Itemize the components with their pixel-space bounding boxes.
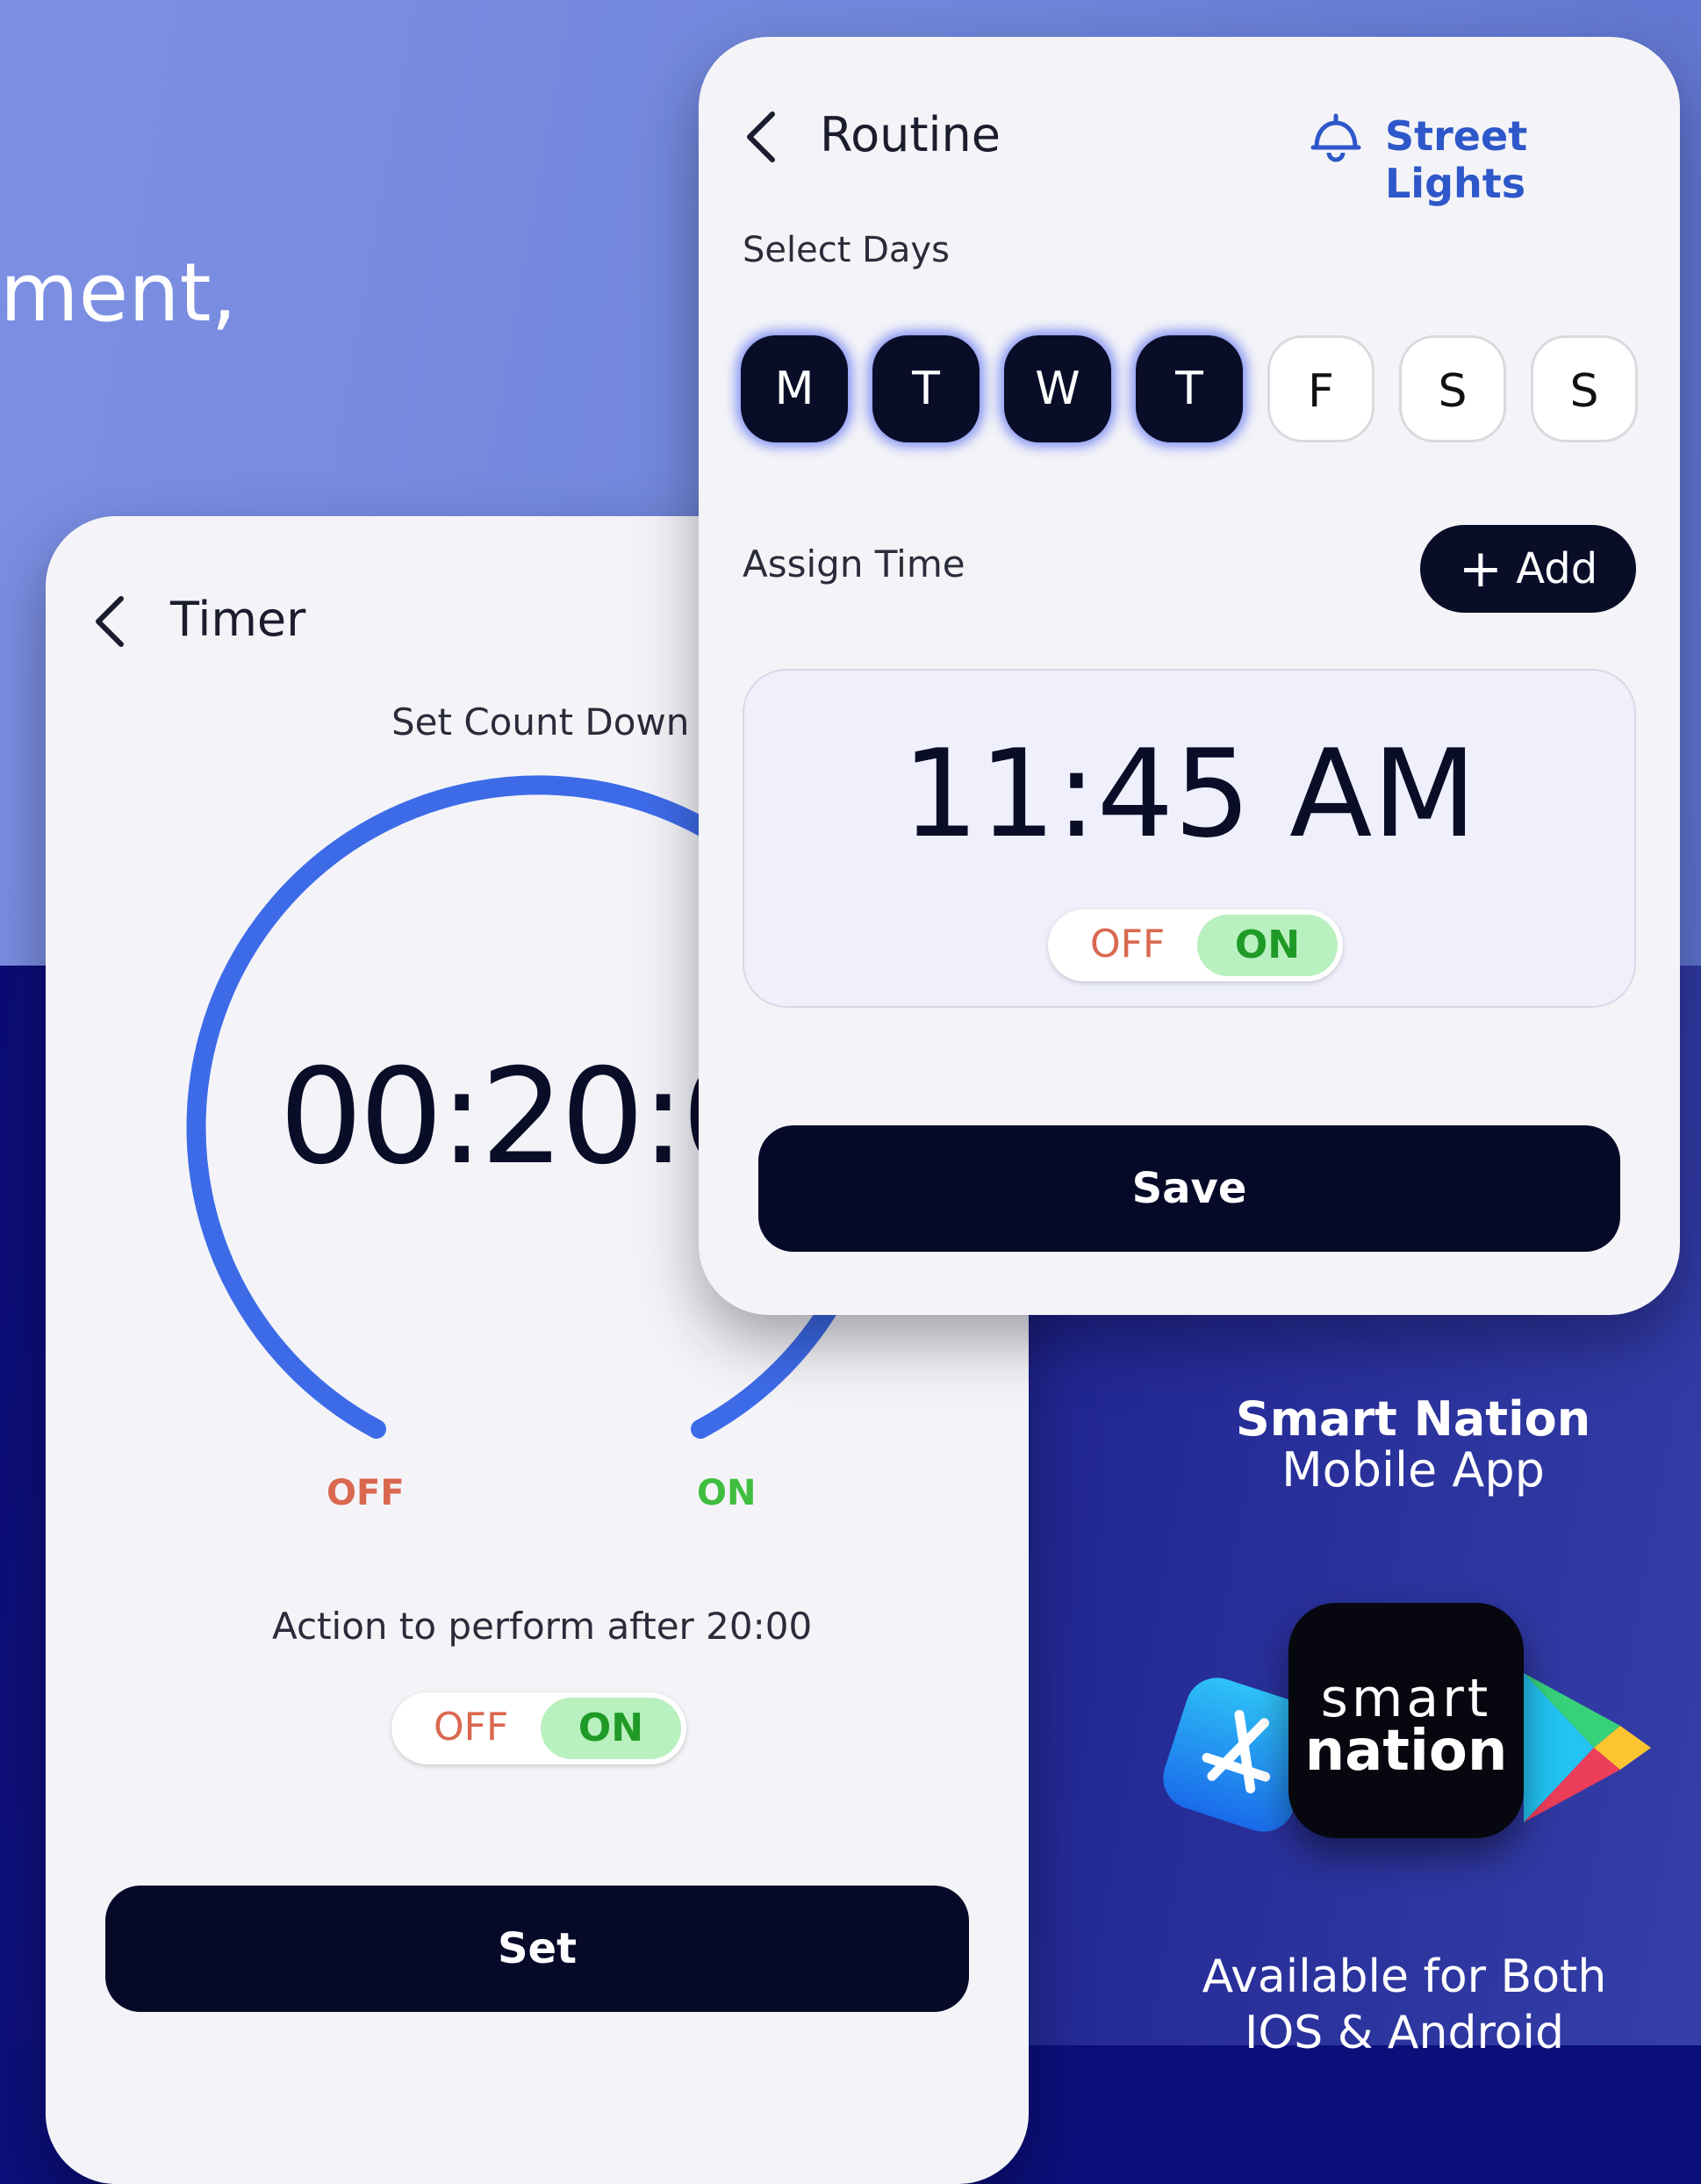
availability-text: Available for Both IOS & Android (1123, 1949, 1685, 2061)
smart-nation-logo: smart nation (1288, 1603, 1524, 1838)
day-toggle-thursday[interactable]: T (1136, 335, 1243, 442)
day-toggle-wednesday[interactable]: W (1004, 335, 1111, 442)
dial-on-label: ON (697, 1473, 757, 1513)
routine-card: Routine Street Lights Select Days M T W … (699, 37, 1680, 1315)
day-toggle-monday[interactable]: M (741, 335, 848, 442)
day-toggle-saturday[interactable]: S (1399, 335, 1506, 442)
add-label: Add (1516, 544, 1598, 593)
plus-icon: + (1458, 538, 1504, 600)
google-play-icon[interactable] (1515, 1664, 1655, 1831)
add-time-button[interactable]: + Add (1420, 525, 1636, 613)
day-toggle-friday[interactable]: F (1267, 335, 1374, 442)
tagline-text: ment, (0, 246, 237, 340)
assigned-time: 11:45 AM (901, 723, 1477, 865)
routine-title: Routine (820, 107, 1001, 162)
toggle-off-option[interactable]: OFF (1090, 922, 1165, 966)
save-button[interactable]: Save (758, 1125, 1620, 1252)
routine-time-toggle[interactable]: OFF ON (1048, 909, 1343, 981)
availability-line1: Available for Both (1202, 1951, 1607, 2003)
countdown-display: 00:20:0 (279, 1041, 765, 1194)
logo-line2: nation (1304, 1719, 1508, 1784)
toggle-off-option[interactable]: OFF (434, 1705, 508, 1749)
action-text: Action to perform after 20:00 (272, 1605, 813, 1648)
back-chevron-icon[interactable] (741, 109, 779, 165)
select-days-label: Select Days (743, 230, 950, 270)
toggle-on-option[interactable]: ON (1197, 915, 1338, 976)
day-toggle-sunday[interactable]: S (1531, 335, 1638, 442)
availability-line2: IOS & Android (1245, 2007, 1564, 2059)
app-title: Smart Nation Mobile App (1141, 1394, 1685, 1496)
day-toggle-tuesday[interactable]: T (872, 335, 980, 442)
timer-action-toggle[interactable]: OFF ON (391, 1692, 686, 1764)
assigned-time-card[interactable]: 11:45 AM OFF ON (743, 669, 1636, 1008)
dial-off-label: OFF (327, 1473, 405, 1513)
assign-time-label: Assign Time (743, 542, 965, 586)
set-button[interactable]: Set (105, 1886, 969, 2012)
toggle-on-option[interactable]: ON (541, 1698, 681, 1759)
app-type: Mobile App (1281, 1442, 1545, 1498)
street-light-icon (1310, 113, 1361, 162)
device-name[interactable]: Street Lights (1385, 112, 1680, 207)
app-name: Smart Nation (1235, 1391, 1591, 1447)
